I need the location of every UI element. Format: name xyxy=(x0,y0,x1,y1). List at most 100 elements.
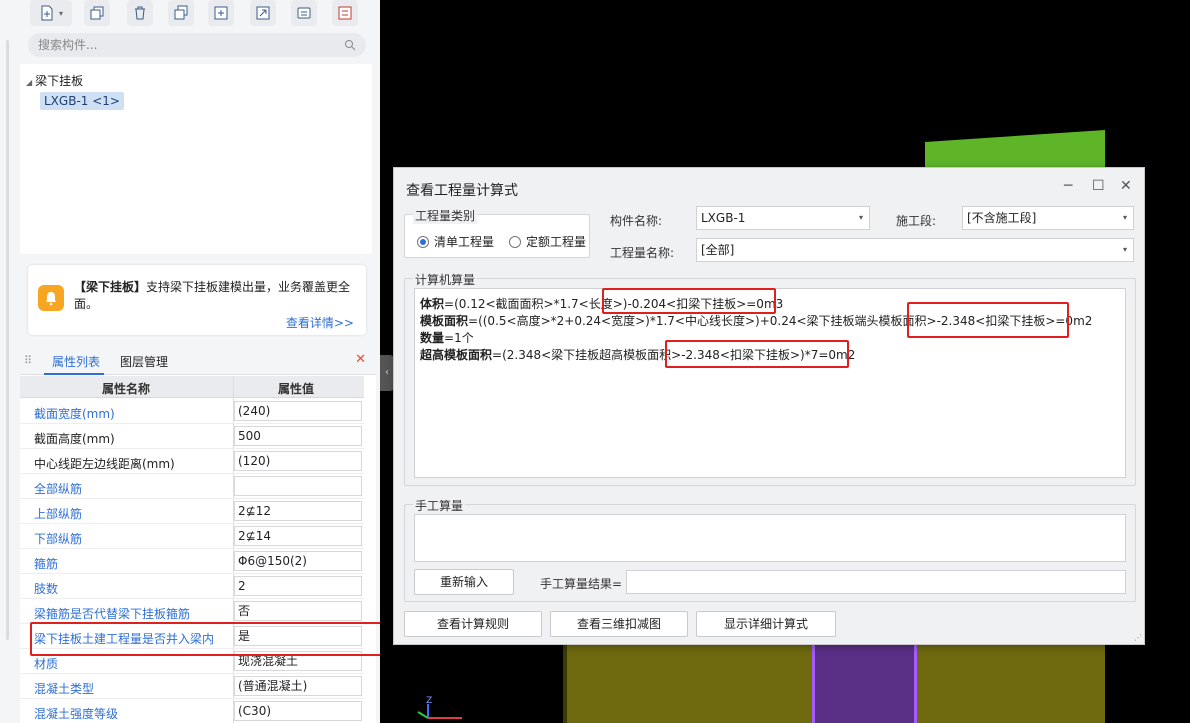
close-icon[interactable]: ✕ xyxy=(1120,178,1132,194)
reinput-button[interactable]: 重新输入 xyxy=(414,569,514,595)
layers-icon xyxy=(174,5,188,20)
property-name: 中心线距左边线距离(mm) xyxy=(34,457,175,471)
view-3d-deduction-button[interactable]: 查看三维扣减图 xyxy=(550,611,688,637)
property-name: 混凝土强度等级 xyxy=(34,707,119,721)
notice-more-link[interactable]: 查看详情>> xyxy=(286,314,354,331)
tree-child-item[interactable]: LXGB-1 <1> xyxy=(40,92,124,110)
property-row[interactable]: 箍筋 Φ6@150(2) xyxy=(20,549,364,574)
property-row[interactable]: 梁箍筋是否代替梁下挂板箍筋 否 xyxy=(20,599,364,624)
search-input[interactable]: 搜索构件... xyxy=(28,33,366,57)
property-row[interactable]: 截面高度(mm) 500 xyxy=(20,424,364,449)
column-name-header: 属性名称 xyxy=(102,382,151,396)
calc-formula-line: 数量=1个 xyxy=(420,330,474,347)
hanging-board-3d-shape xyxy=(812,645,917,723)
notice-text: 【梁下挂板】支持梁下挂板建模出量，业务覆盖更全面。 xyxy=(74,279,359,313)
property-name: 材质 xyxy=(34,657,59,671)
collapse-panel-button[interactable]: ‹ xyxy=(380,355,394,391)
comment-button[interactable] xyxy=(291,0,317,26)
axis-gizmo: Z xyxy=(410,696,470,723)
copy-icon xyxy=(90,6,104,20)
minimize-icon[interactable]: ─ xyxy=(1064,178,1072,194)
property-row[interactable]: 混凝土强度等级 (C30) xyxy=(20,699,364,723)
property-value[interactable] xyxy=(234,476,362,496)
copy-button[interactable] xyxy=(84,0,110,26)
highlight-box xyxy=(30,622,404,656)
delete-button[interactable] xyxy=(127,0,153,26)
formula-label: 数量 xyxy=(420,331,445,345)
property-value[interactable]: 2 xyxy=(234,576,362,596)
property-name: 截面高度(mm) xyxy=(34,432,115,446)
property-value[interactable]: (普通混凝土) xyxy=(234,676,362,696)
quantity-name-label: 工程量名称: xyxy=(610,246,675,260)
manual-formula-input[interactable] xyxy=(414,514,1126,562)
quantity-name-value: [全部] xyxy=(701,243,735,257)
drag-grip-icon[interactable]: ⠿ xyxy=(24,354,32,367)
property-value[interactable]: 2⊈12 xyxy=(234,501,362,521)
radio-label: 定额工程量 xyxy=(526,235,587,249)
property-value[interactable]: (120) xyxy=(234,451,362,471)
component-tree: ◢ 梁下挂板 LXGB-1 <1> xyxy=(20,64,372,254)
chevron-left-icon: ‹ xyxy=(385,367,389,378)
left-panel: ▾ 搜索构件... ◢ 梁下挂板 LXGB-1 <1> 【梁下挂板】支持梁下挂板建… xyxy=(0,0,404,723)
component-name-value: LXGB-1 xyxy=(701,211,746,225)
tab-indicator xyxy=(44,373,104,375)
radio-quota-quantity[interactable]: 定额工程量 xyxy=(509,233,586,250)
property-row[interactable]: 中心线距左边线距离(mm) (120) xyxy=(20,449,364,474)
property-value[interactable]: Φ6@150(2) xyxy=(234,551,362,571)
radio-unchecked-icon xyxy=(509,235,521,248)
list-button[interactable] xyxy=(332,0,358,26)
import-button[interactable] xyxy=(250,0,276,26)
manual-result-label: 手工算量结果= xyxy=(540,577,623,591)
new-component-button[interactable]: ▾ xyxy=(30,0,72,26)
property-row[interactable]: 肢数 2 xyxy=(20,574,364,599)
quantity-formula-dialog: 查看工程量计算式 ─ ☐ ✕ 工程量类别 清单工程量 定额工程量 构件名称: L… xyxy=(393,167,1145,645)
radio-bill-quantity[interactable]: 清单工程量 xyxy=(417,233,494,250)
quantity-name-select[interactable]: [全部] ▾ xyxy=(696,238,1134,262)
property-name: 下部纵筋 xyxy=(34,532,83,546)
tab-layers[interactable]: 图层管理 xyxy=(120,353,168,370)
property-value[interactable]: 否 xyxy=(234,601,362,621)
view-rules-button[interactable]: 查看计算规则 xyxy=(404,611,542,637)
property-name: 箍筋 xyxy=(34,557,59,571)
dialog-title: 查看工程量计算式 xyxy=(406,183,518,199)
chevron-down-icon: ▾ xyxy=(858,213,863,222)
property-name: 混凝土类型 xyxy=(34,682,95,696)
property-row[interactable]: 上部纵筋 2⊈12 xyxy=(20,499,364,524)
tree-root-item[interactable]: ◢ 梁下挂板 xyxy=(26,72,83,89)
property-value[interactable]: (C30) xyxy=(234,701,362,721)
radio-label: 清单工程量 xyxy=(434,235,495,249)
property-row[interactable]: 截面宽度(mm) (240) xyxy=(20,399,364,424)
property-value[interactable]: (240) xyxy=(234,401,362,421)
maximize-icon[interactable]: ☐ xyxy=(1092,178,1105,194)
close-icon[interactable]: ✕ xyxy=(355,352,366,367)
tab-properties[interactable]: 属性列表 xyxy=(52,353,100,370)
stage-select[interactable]: [不含施工段] ▾ xyxy=(962,206,1134,230)
property-name: 全部纵筋 xyxy=(34,482,83,496)
component-name-select[interactable]: LXGB-1 ▾ xyxy=(696,206,870,230)
search-placeholder: 搜索构件... xyxy=(38,38,98,52)
show-detail-formula-button[interactable]: 显示详细计算式 xyxy=(696,611,836,637)
slab-edge xyxy=(563,645,567,723)
formula-label: 超高模板面积 xyxy=(420,348,493,362)
caret-down-icon: ◢ xyxy=(26,78,33,87)
chevron-down-icon: ▾ xyxy=(1122,245,1127,254)
property-row[interactable]: 全部纵筋 xyxy=(20,474,364,499)
left-scrollbar[interactable] xyxy=(6,40,9,640)
notice-title: 【梁下挂板】 xyxy=(74,280,147,294)
export-button[interactable] xyxy=(208,0,234,26)
layers-button[interactable] xyxy=(168,0,194,26)
highlight-box xyxy=(665,340,849,368)
bell-icon xyxy=(38,285,64,311)
list-icon xyxy=(338,6,352,20)
property-row[interactable]: 混凝土类型 (普通混凝土) xyxy=(20,674,364,699)
quantity-type-group: 工程量类别 清单工程量 定额工程量 xyxy=(404,207,590,258)
property-value[interactable]: 2⊈14 xyxy=(234,526,362,546)
resize-grip-icon[interactable]: ⋰ xyxy=(1134,633,1142,642)
property-name: 肢数 xyxy=(34,582,59,596)
property-value[interactable]: 500 xyxy=(234,426,362,446)
search-icon xyxy=(345,40,356,51)
group-label: 手工算量 xyxy=(413,497,466,514)
component-name-label: 构件名称: xyxy=(610,214,663,228)
property-row[interactable]: 下部纵筋 2⊈14 xyxy=(20,524,364,549)
manual-result-field[interactable] xyxy=(626,570,1126,594)
